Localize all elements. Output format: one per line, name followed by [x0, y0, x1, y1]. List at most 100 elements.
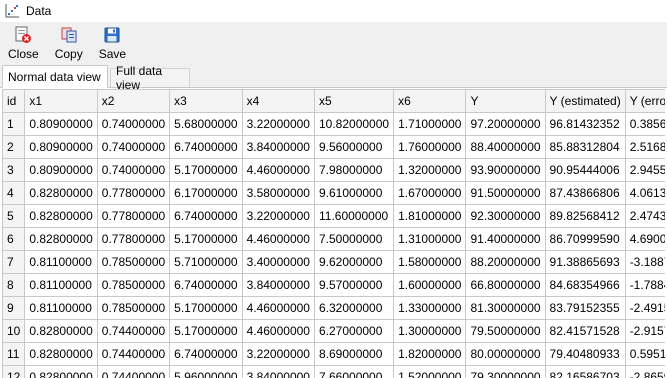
table-cell[interactable]: 0.82800000: [24, 319, 98, 343]
table-cell[interactable]: 0.81100000: [24, 296, 98, 320]
table-cell[interactable]: 8.69000000: [313, 342, 395, 366]
row-id-cell[interactable]: 11: [2, 342, 26, 366]
table-cell[interactable]: 6.74000000: [169, 135, 243, 159]
table-cell[interactable]: 9.57000000: [313, 273, 395, 297]
column-header-x6[interactable]: x6: [393, 89, 467, 113]
table-cell[interactable]: 0.82800000: [24, 227, 98, 251]
table-cell[interactable]: 0.74000000: [96, 112, 171, 136]
table-cell[interactable]: 0.77800000: [96, 181, 171, 205]
table-row[interactable]: 11 0.82800000 0.74400000 6.74000000 3.220000…: [2, 342, 665, 366]
table-cell[interactable]: 97.20000000: [465, 112, 546, 136]
table-cell[interactable]: 91.40000000: [465, 227, 546, 251]
column-header-x5[interactable]: x5: [313, 89, 395, 113]
table-cell[interactable]: 5.17000000: [169, 319, 243, 343]
table-cell[interactable]: 7.50000000: [313, 227, 395, 251]
table-cell[interactable]: 0.74000000: [96, 135, 171, 159]
table-cell[interactable]: 3.84000000: [241, 135, 315, 159]
table-cell[interactable]: 6.74000000: [169, 204, 243, 228]
row-id-cell[interactable]: 4: [2, 181, 26, 205]
table-cell[interactable]: 0.82800000: [24, 204, 98, 228]
tab-full-data-view[interactable]: Full data view: [110, 64, 190, 92]
table-cell[interactable]: 92.30000000: [465, 204, 546, 228]
table-cell[interactable]: 2.94555994: [624, 158, 665, 182]
row-id-cell[interactable]: 6: [2, 227, 26, 251]
table-row[interactable]: 7 0.81100000 0.78500000 5.71000000 3.4000000…: [2, 250, 665, 274]
table-cell[interactable]: 93.90000000: [465, 158, 546, 182]
table-cell[interactable]: 1.82000000: [393, 342, 467, 366]
table-cell[interactable]: 83.79152355: [544, 296, 626, 320]
table-cell[interactable]: 0.82800000: [24, 342, 98, 366]
table-cell[interactable]: 1.71000000: [393, 112, 467, 136]
table-cell[interactable]: 0.82800000: [24, 181, 98, 205]
table-cell[interactable]: 10.82000000: [313, 112, 395, 136]
table-row[interactable]: 8 0.81100000 0.78500000 6.74000000 3.8400000…: [2, 273, 665, 297]
column-header-y-error[interactable]: Y (error): [624, 89, 665, 113]
table-row[interactable]: 6 0.82800000 0.77800000 5.17000000 4.4600000…: [2, 227, 665, 251]
table-cell[interactable]: 2.51687196: [624, 135, 665, 159]
table-cell[interactable]: 6.32000000: [313, 296, 395, 320]
row-id-cell[interactable]: 3: [2, 158, 26, 182]
table-cell[interactable]: 0.78500000: [96, 273, 171, 297]
table-cell[interactable]: 6.17000000: [169, 181, 243, 205]
table-cell[interactable]: 0.59519067: [624, 342, 665, 366]
table-cell[interactable]: 0.77800000: [96, 227, 171, 251]
table-cell[interactable]: 1.58000000: [393, 250, 467, 274]
table-cell[interactable]: 0.38567648: [624, 112, 665, 136]
table-row[interactable]: 1 0.80900000 0.74000000 5.68000000 3.2200000…: [2, 112, 665, 136]
table-cell[interactable]: 5.17000000: [169, 227, 243, 251]
table-cell[interactable]: -2.8659E+00: [624, 365, 665, 378]
table-cell[interactable]: 0.80900000: [24, 112, 98, 136]
table-cell[interactable]: 0.74400000: [96, 342, 171, 366]
table-cell[interactable]: 3.22000000: [241, 112, 315, 136]
table-cell[interactable]: 79.30000000: [465, 365, 546, 378]
row-id-cell[interactable]: 1: [2, 112, 26, 136]
table-cell[interactable]: -2.9157E+00: [624, 319, 665, 343]
table-cell[interactable]: 88.40000000: [465, 135, 546, 159]
table-cell[interactable]: 1.81000000: [393, 204, 467, 228]
column-header-y[interactable]: Y: [465, 89, 546, 113]
table-cell[interactable]: 86.70999590: [544, 227, 626, 251]
table-cell[interactable]: 6.27000000: [313, 319, 395, 343]
table-cell[interactable]: 5.17000000: [169, 158, 243, 182]
table-cell[interactable]: 1.31000000: [393, 227, 467, 251]
table-cell[interactable]: 90.95444006: [544, 158, 626, 182]
table-cell[interactable]: 9.56000000: [313, 135, 395, 159]
row-id-cell[interactable]: 9: [2, 296, 26, 320]
column-header-id[interactable]: id: [2, 89, 26, 113]
table-cell[interactable]: 3.40000000: [241, 250, 315, 274]
table-cell[interactable]: 4.46000000: [241, 227, 315, 251]
row-id-cell[interactable]: 7: [2, 250, 26, 274]
save-button[interactable]: Save: [99, 22, 126, 66]
table-cell[interactable]: 0.74000000: [96, 158, 171, 182]
table-cell[interactable]: 4.46000000: [241, 296, 315, 320]
table-cell[interactable]: 87.43866806: [544, 181, 626, 205]
table-cell[interactable]: 4.46000000: [241, 319, 315, 343]
table-cell[interactable]: 91.38865693: [544, 250, 626, 274]
table-cell[interactable]: 1.76000000: [393, 135, 467, 159]
table-cell[interactable]: 1.60000000: [393, 273, 467, 297]
column-header-x2[interactable]: x2: [96, 89, 171, 113]
table-cell[interactable]: 0.77800000: [96, 204, 171, 228]
table-cell[interactable]: 1.52000000: [393, 365, 467, 378]
table-cell[interactable]: 79.50000000: [465, 319, 546, 343]
table-cell[interactable]: 0.81100000: [24, 273, 98, 297]
table-cell[interactable]: 3.22000000: [241, 204, 315, 228]
table-cell[interactable]: 96.81432352: [544, 112, 626, 136]
table-row[interactable]: 5 0.82800000 0.77800000 6.74000000 3.2200000…: [2, 204, 665, 228]
table-cell[interactable]: 88.20000000: [465, 250, 546, 274]
table-cell[interactable]: 1.30000000: [393, 319, 467, 343]
table-cell[interactable]: 84.68354966: [544, 273, 626, 297]
table-cell[interactable]: 11.60000000: [313, 204, 395, 228]
close-button[interactable]: Close: [8, 22, 39, 66]
row-id-cell[interactable]: 2: [2, 135, 26, 159]
data-grid[interactable]: id x1 x2 x3 x4 x5 x6 Y Y (estimated) Y (…: [2, 89, 665, 378]
table-cell[interactable]: -1.7884E+01: [624, 273, 665, 297]
tab-normal-data-view[interactable]: Normal data view: [2, 65, 108, 88]
table-cell[interactable]: 3.84000000: [241, 365, 315, 378]
column-header-x3[interactable]: x3: [169, 89, 243, 113]
table-row[interactable]: 10 0.82800000 0.74400000 5.17000000 4.460000…: [2, 319, 665, 343]
table-cell[interactable]: 3.58000000: [241, 181, 315, 205]
row-id-cell[interactable]: 12: [2, 365, 26, 378]
table-cell[interactable]: 6.74000000: [169, 273, 243, 297]
table-cell[interactable]: 79.40480933: [544, 342, 626, 366]
